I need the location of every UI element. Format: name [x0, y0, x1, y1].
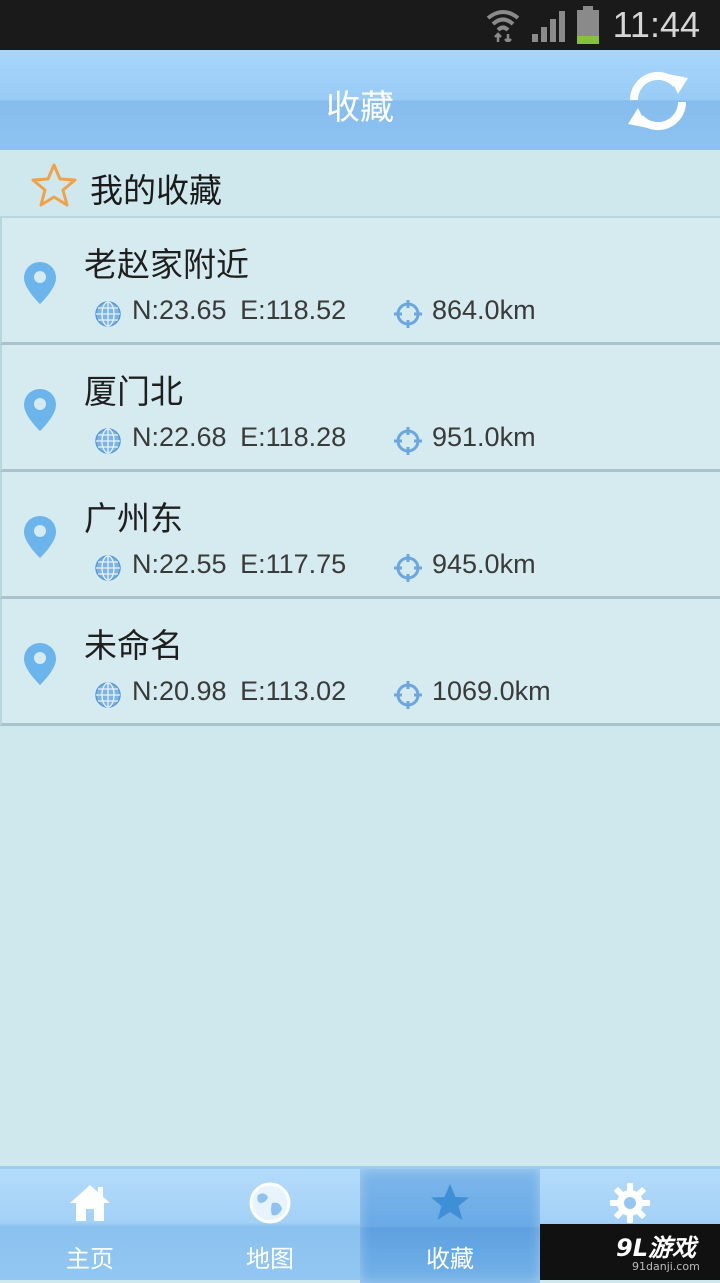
watermark-site: 91danji.com: [632, 1260, 700, 1273]
globe-icon: [95, 301, 121, 327]
favorite-distance: 864.0km: [432, 295, 536, 325]
globe-icon: [95, 555, 121, 581]
favorite-name: 未命名: [84, 626, 183, 665]
favorite-distance: 1069.0km: [432, 676, 551, 706]
favorites-title: 我的收藏: [90, 171, 222, 210]
wifi-icon: [486, 10, 520, 42]
gear-icon: [610, 1183, 650, 1223]
crosshair-icon: [394, 427, 422, 455]
globe-icon: [249, 1182, 291, 1224]
tab-label: 主页: [66, 1245, 114, 1273]
status-time: 11:44: [612, 4, 700, 45]
star-icon: [431, 1184, 469, 1220]
crosshair-icon: [394, 554, 422, 582]
tab-favorites[interactable]: 收藏: [360, 1169, 540, 1283]
tab-label: 收藏: [426, 1245, 474, 1273]
favorite-distance: 945.0km: [432, 549, 536, 579]
favorite-name: 厦门北: [84, 372, 183, 411]
status-bar: 11:44: [0, 0, 720, 50]
watermark: 9L游戏 91danji.com: [540, 1224, 720, 1280]
favorites-header: 我的收藏: [0, 150, 720, 218]
list-item[interactable]: 老赵家附近 N:23.65 E:118.52 864.0km: [0, 218, 720, 345]
signal-icon: [532, 11, 565, 42]
location-pin-icon: [24, 516, 56, 558]
location-pin-icon: [24, 389, 56, 431]
list-item[interactable]: 厦门北 N:22.68 E:118.28 951.0km: [0, 345, 720, 472]
list-item[interactable]: 广州东 N:22.55 E:117.75 945.0km: [0, 472, 720, 599]
tab-map[interactable]: 地图: [180, 1169, 360, 1283]
favorites-list: 老赵家附近 N:23.65 E:118.52 864.0km 厦门北 N:22.…: [0, 218, 720, 726]
favorite-name: 广州东: [84, 499, 183, 538]
list-item[interactable]: 未命名 N:20.98 E:113.02 1069.0km: [0, 599, 720, 726]
tab-home[interactable]: 主页: [0, 1169, 180, 1283]
location-pin-icon: [24, 643, 56, 685]
favorite-distance: 951.0km: [432, 422, 536, 452]
favorite-coordinates: N:20.98 E:113.02: [132, 676, 347, 706]
battery-icon: [577, 6, 599, 44]
watermark-logo: 9L游戏: [616, 1234, 696, 1262]
favorite-name: 老赵家附近: [84, 245, 249, 284]
tab-label: 地图: [246, 1245, 294, 1273]
crosshair-icon: [394, 681, 422, 709]
star-outline-icon: [31, 163, 77, 207]
page-title: 收藏: [326, 88, 394, 128]
title-bar: 收藏: [0, 50, 720, 150]
favorite-coordinates: N:23.65 E:118.52: [132, 295, 347, 325]
favorite-coordinates: N:22.55 E:117.75: [132, 549, 347, 579]
globe-icon: [95, 682, 121, 708]
home-icon: [70, 1185, 110, 1221]
favorite-coordinates: N:22.68 E:118.28: [132, 422, 347, 452]
refresh-icon[interactable]: [624, 70, 692, 132]
globe-icon: [95, 428, 121, 454]
crosshair-icon: [394, 300, 422, 328]
location-pin-icon: [24, 262, 56, 304]
